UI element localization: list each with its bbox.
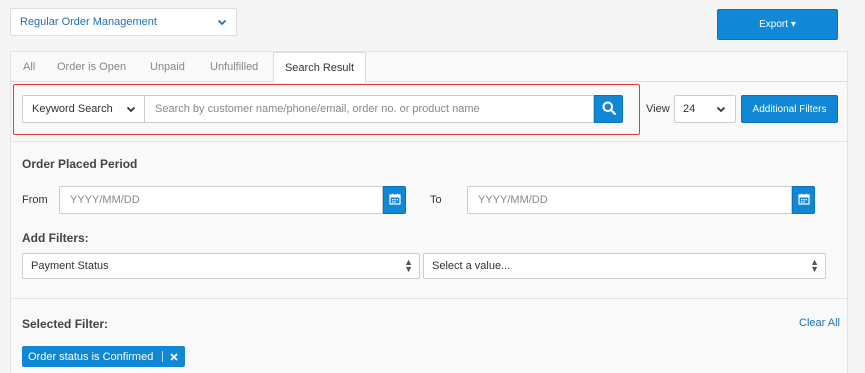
- filter-value-select[interactable]: Select a value... ▲ ▼: [423, 253, 826, 279]
- search-icon: [602, 101, 616, 118]
- search-button[interactable]: [594, 95, 623, 123]
- divider: [11, 298, 847, 299]
- to-label: To: [430, 194, 442, 206]
- order-management-select[interactable]: Regular Order Management: [10, 8, 237, 36]
- to-date-input[interactable]: [467, 186, 792, 214]
- tab-order-is-open[interactable]: Order is Open: [57, 52, 126, 82]
- calendar-icon: [388, 193, 401, 208]
- export-button-label: Export ▾: [759, 19, 796, 30]
- divider: [11, 141, 847, 142]
- tab-search-result[interactable]: Search Result: [273, 52, 366, 83]
- chevron-down-icon: [716, 104, 726, 117]
- search-input[interactable]: [145, 95, 594, 123]
- view-count-select[interactable]: 24: [674, 95, 736, 123]
- filter-value-value: Select a value...: [432, 260, 511, 272]
- tab-unpaid[interactable]: Unpaid: [150, 52, 185, 82]
- tab-all[interactable]: All: [23, 52, 35, 82]
- export-button[interactable]: Export ▾: [717, 9, 838, 40]
- to-calendar-button[interactable]: [792, 186, 815, 214]
- additional-filters-label: Additional Filters: [752, 103, 827, 115]
- order-tabs: All Order is Open Unpaid Unfulfilled Sea…: [11, 52, 847, 83]
- order-placed-period-heading: Order Placed Period: [22, 157, 138, 171]
- filter-chip: Order status is Confirmed: [22, 346, 186, 367]
- search-type-value: Keyword Search: [32, 103, 113, 115]
- filter-chip-label: Order status is Confirmed: [28, 350, 154, 363]
- close-icon[interactable]: [170, 352, 178, 361]
- from-label: From: [22, 194, 48, 206]
- chevron-down-icon: [217, 17, 227, 30]
- add-filters-heading: Add Filters:: [22, 231, 89, 245]
- tab-unfulfilled[interactable]: Unfulfilled: [210, 52, 258, 82]
- calendar-icon: [797, 193, 810, 208]
- search-type-select[interactable]: Keyword Search: [22, 95, 145, 123]
- filter-field-select[interactable]: Payment Status ▲ ▼: [22, 253, 420, 279]
- chip-separator: [162, 351, 164, 362]
- clear-all-link[interactable]: Clear All: [799, 317, 840, 329]
- view-count-value: 24: [683, 103, 696, 115]
- view-label: View: [646, 103, 670, 115]
- order-management-select-value: Regular Order Management: [20, 16, 157, 28]
- chevron-down-icon: [126, 104, 136, 117]
- from-calendar-button[interactable]: [383, 186, 406, 214]
- additional-filters-button[interactable]: Additional Filters: [741, 95, 838, 123]
- select-arrows-icon: ▲ ▼: [810, 257, 819, 274]
- from-date-input[interactable]: [59, 186, 383, 214]
- filter-field-value: Payment Status: [31, 260, 109, 272]
- select-arrows-icon: ▲ ▼: [404, 257, 413, 274]
- selected-filter-heading: Selected Filter:: [22, 317, 109, 331]
